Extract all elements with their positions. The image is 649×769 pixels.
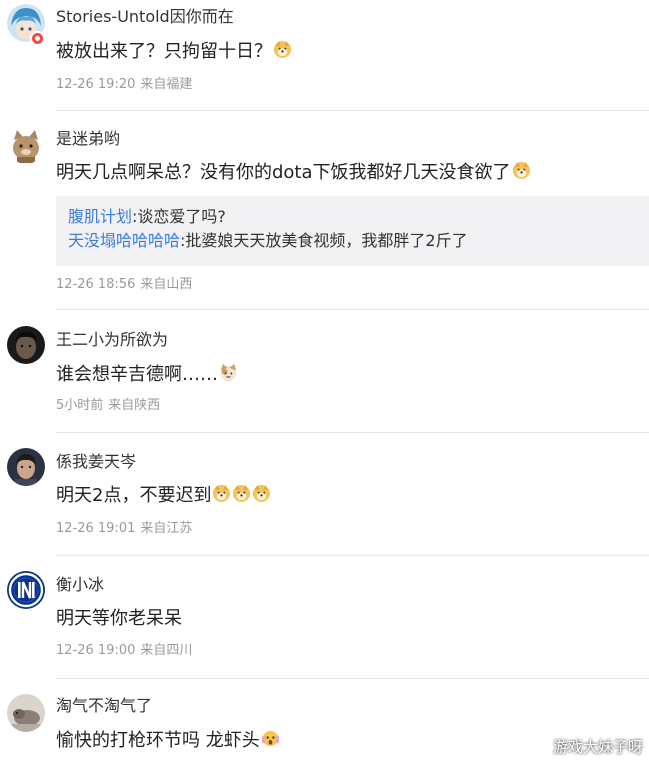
animal-avatar-icon	[7, 694, 45, 732]
comment-meta: 5小时前 来自陕西	[56, 398, 160, 414]
comment-text: 谁会想辛吉德啊……	[56, 363, 238, 387]
comment-text-body: 愉快的打枪环节吗 龙虾头	[56, 730, 260, 751]
comment-location: 来自江苏	[140, 521, 193, 536]
comment-text-body: 明天2点，不要迟到	[56, 485, 212, 506]
comment-text: 明天几点啊呆总？没有你的dota下饭我都好几天没食欲了	[56, 161, 531, 185]
divider	[56, 110, 649, 111]
portrait-avatar-icon	[7, 448, 45, 486]
avatar[interactable]	[7, 448, 45, 486]
comment-text-body: 明天等你老呆呆	[56, 608, 182, 629]
comment-meta: 12-26 19:00 来自四川	[56, 643, 192, 659]
comment-feed: Stories-Untold因你而在 被放出来了？只拘留十日？ 12-26 19…	[0, 0, 649, 769]
comment-meta: 12-26 19:01 来自江苏	[56, 521, 192, 537]
comment-time: 12-26 19:01	[56, 521, 136, 536]
inter-logo-avatar-icon	[7, 571, 45, 609]
reply-item[interactable]: 天没塌哈哈哈哈:批婆娘天天放美食视频，我都胖了2斤了	[68, 229, 637, 253]
avatar[interactable]	[7, 571, 45, 609]
comment-text: 明天等你老呆呆	[56, 607, 182, 631]
shocked-emoji-icon	[261, 729, 280, 748]
doge-icon	[273, 40, 292, 59]
comment-text-body: 明天几点啊呆总？没有你的dota下饭我都好几天没食欲了	[56, 162, 511, 183]
comment-text: 明天2点，不要迟到	[56, 484, 271, 508]
cat-avatar-icon	[7, 126, 45, 164]
comment-location: 来自福建	[140, 77, 193, 92]
comment-meta: 12-26 18:56 来自山西	[56, 277, 192, 293]
reply-text: :批婆娘天天放美食视频，我都胖了2斤了	[180, 231, 468, 250]
comment-text-body: 被放出来了？只拘留十日？	[56, 41, 272, 62]
comment-text-body: 谁会想辛吉德啊……	[56, 364, 218, 385]
comment-time: 12-26 19:20	[56, 77, 136, 92]
divider	[56, 678, 649, 679]
avatar[interactable]	[7, 126, 45, 164]
divider	[56, 309, 649, 310]
reply-item[interactable]: 腹肌计划:谈恋爱了吗?	[68, 205, 637, 229]
verified-badge-icon	[30, 31, 45, 46]
comment-text: 被放出来了？只拘留十日？	[56, 40, 292, 64]
divider	[56, 432, 649, 433]
comment-text: 愉快的打枪环节吗 龙虾头	[56, 729, 280, 753]
avatar[interactable]	[7, 326, 45, 364]
comment-time: 12-26 18:56	[56, 277, 136, 292]
username[interactable]: 是迷弟哟	[56, 129, 120, 149]
reply-text: :谈恋爱了吗?	[132, 207, 226, 226]
doge-icon	[512, 161, 531, 180]
avatar[interactable]	[7, 694, 45, 732]
doge-icon	[232, 484, 251, 503]
comment-location: 来自陕西	[108, 398, 161, 413]
comment-location: 来自四川	[140, 643, 193, 658]
username[interactable]: 王二小为所欲为	[56, 330, 168, 350]
reply-username[interactable]: 腹肌计划	[68, 207, 132, 226]
comment-meta: 12-26 19:20 来自福建	[56, 77, 192, 93]
comment-location: 来自山西	[140, 277, 193, 292]
watermark: 游戏大妹子呀	[552, 738, 643, 756]
comment-time: 12-26 19:00	[56, 643, 136, 658]
username[interactable]: Stories-Untold因你而在	[56, 7, 234, 27]
man-avatar-icon	[7, 326, 45, 364]
reply-username[interactable]: 天没塌哈哈哈哈	[68, 231, 180, 250]
username[interactable]: 淘气不淘气了	[56, 696, 152, 716]
cat-emoji-icon	[219, 363, 238, 382]
doge-icon	[252, 484, 271, 503]
comment-time: 5小时前	[56, 398, 104, 413]
divider	[56, 555, 649, 556]
username[interactable]: 係我姜天岑	[56, 452, 136, 472]
username[interactable]: 衡小冰	[56, 575, 104, 595]
doge-icon	[212, 484, 231, 503]
reply-box[interactable]: 腹肌计划:谈恋爱了吗? 天没塌哈哈哈哈:批婆娘天天放美食视频，我都胖了2斤了	[56, 196, 649, 266]
